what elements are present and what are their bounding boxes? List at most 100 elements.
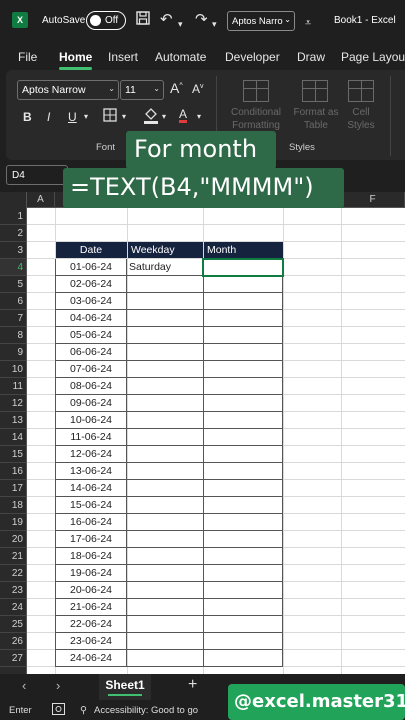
cell-styles-button[interactable]: Cell Styles: [340, 106, 382, 132]
tab-home[interactable]: Home: [59, 50, 92, 64]
row-header[interactable]: 2: [0, 225, 26, 242]
row-header[interactable]: 1: [0, 208, 26, 225]
row-header[interactable]: 7: [0, 310, 26, 327]
row-header[interactable]: 5: [0, 276, 26, 293]
row-header[interactable]: 12: [0, 395, 26, 412]
date-cell[interactable]: 05-06-24: [55, 327, 127, 344]
date-cell[interactable]: 20-06-24: [55, 582, 127, 599]
macro-record-icon[interactable]: [52, 703, 65, 718]
date-cell[interactable]: 01-06-24: [55, 259, 127, 276]
weekday-cell[interactable]: [127, 429, 203, 446]
month-cell[interactable]: [203, 293, 283, 310]
row-header[interactable]: 19: [0, 514, 26, 531]
date-cell[interactable]: 11-06-24: [55, 429, 127, 446]
weekday-cell[interactable]: [127, 650, 203, 667]
weekday-cell[interactable]: [127, 548, 203, 565]
row-header[interactable]: 23: [0, 582, 26, 599]
undo-icon[interactable]: ↶: [160, 11, 173, 29]
customize-toolbar-icon[interactable]: ⩡: [305, 14, 311, 32]
date-cell[interactable]: 23-06-24: [55, 633, 127, 650]
date-cell[interactable]: 04-06-24: [55, 310, 127, 327]
date-cell[interactable]: 13-06-24: [55, 463, 127, 480]
weekday-cell[interactable]: [127, 310, 203, 327]
weekday-cell[interactable]: [127, 531, 203, 548]
quick-font-select[interactable]: Aptos Narro ⌄: [227, 11, 295, 31]
underline-dropdown-icon[interactable]: ▾: [84, 112, 88, 121]
date-cell[interactable]: 02-06-24: [55, 276, 127, 293]
row-header[interactable]: 11: [0, 378, 26, 395]
weekday-cell[interactable]: [127, 276, 203, 293]
month-cell[interactable]: [203, 650, 283, 667]
format-as-table-button[interactable]: Format as Table: [290, 106, 342, 132]
redo-dropdown-icon[interactable]: ▾: [212, 15, 217, 33]
font-color-button[interactable]: A: [179, 107, 187, 121]
date-cell[interactable]: 16-06-24: [55, 514, 127, 531]
month-cell[interactable]: [203, 633, 283, 650]
date-cell[interactable]: 12-06-24: [55, 446, 127, 463]
month-cell[interactable]: [203, 310, 283, 327]
undo-dropdown-icon[interactable]: ▾: [178, 15, 183, 33]
month-cell[interactable]: [203, 361, 283, 378]
row-header[interactable]: 16: [0, 463, 26, 480]
date-cell[interactable]: 19-06-24: [55, 565, 127, 582]
fill-color-dropdown-icon[interactable]: ▾: [162, 112, 166, 121]
row-header[interactable]: 4: [0, 259, 26, 276]
redo-icon[interactable]: ↷: [195, 11, 208, 29]
date-cell[interactable]: 07-06-24: [55, 361, 127, 378]
date-cell[interactable]: 10-06-24: [55, 412, 127, 429]
tab-page-layout[interactable]: Page Layout: [341, 50, 405, 64]
row-header[interactable]: 18: [0, 497, 26, 514]
weekday-cell[interactable]: [127, 293, 203, 310]
tab-developer[interactable]: Developer: [225, 50, 280, 64]
row-header[interactable]: 13: [0, 412, 26, 429]
shrink-font-button[interactable]: Av: [192, 82, 204, 96]
month-cell[interactable]: [203, 378, 283, 395]
weekday-cell[interactable]: Saturday: [127, 259, 203, 276]
row-header[interactable]: 26: [0, 633, 26, 650]
month-cell[interactable]: [203, 446, 283, 463]
weekday-cell[interactable]: [127, 582, 203, 599]
active-cell-d4[interactable]: [202, 258, 284, 277]
row-header[interactable]: 15: [0, 446, 26, 463]
month-cell[interactable]: [203, 616, 283, 633]
weekday-cell[interactable]: [127, 395, 203, 412]
date-cell[interactable]: 21-06-24: [55, 599, 127, 616]
weekday-cell[interactable]: [127, 361, 203, 378]
row-header[interactable]: 3: [0, 242, 26, 259]
month-cell[interactable]: [203, 599, 283, 616]
autosave-toggle[interactable]: Off: [86, 11, 126, 30]
grow-font-button[interactable]: A^: [170, 80, 183, 96]
weekday-cell[interactable]: [127, 327, 203, 344]
weekday-cell[interactable]: [127, 599, 203, 616]
weekday-cell[interactable]: [127, 378, 203, 395]
borders-dropdown-icon[interactable]: ▾: [122, 112, 126, 121]
row-header[interactable]: 21: [0, 548, 26, 565]
accessibility-status[interactable]: Accessibility: Good to go: [94, 705, 198, 716]
month-cell[interactable]: [203, 327, 283, 344]
borders-icon[interactable]: [103, 108, 117, 125]
tab-insert[interactable]: Insert: [108, 50, 138, 64]
row-header[interactable]: 27: [0, 650, 26, 667]
month-cell[interactable]: [203, 548, 283, 565]
month-cell[interactable]: [203, 463, 283, 480]
date-cell[interactable]: 14-06-24: [55, 480, 127, 497]
row-header[interactable]: 14: [0, 429, 26, 446]
weekday-cell[interactable]: [127, 565, 203, 582]
date-cell[interactable]: 22-06-24: [55, 616, 127, 633]
font-color-dropdown-icon[interactable]: ▾: [197, 112, 201, 121]
date-cell[interactable]: 18-06-24: [55, 548, 127, 565]
date-cell[interactable]: 15-06-24: [55, 497, 127, 514]
tab-file[interactable]: File: [18, 50, 37, 64]
underline-button[interactable]: U: [68, 110, 77, 124]
date-cell[interactable]: 08-06-24: [55, 378, 127, 395]
bold-button[interactable]: B: [23, 110, 32, 124]
font-size-select[interactable]: 11 ⌄: [120, 80, 164, 100]
month-cell[interactable]: [203, 429, 283, 446]
chevron-left-icon[interactable]: ‹: [22, 678, 26, 693]
weekday-cell[interactable]: [127, 344, 203, 361]
weekday-cell[interactable]: [127, 480, 203, 497]
tab-automate[interactable]: Automate: [155, 50, 206, 64]
month-cell[interactable]: [203, 395, 283, 412]
weekday-cell[interactable]: [127, 616, 203, 633]
row-header[interactable]: 25: [0, 616, 26, 633]
